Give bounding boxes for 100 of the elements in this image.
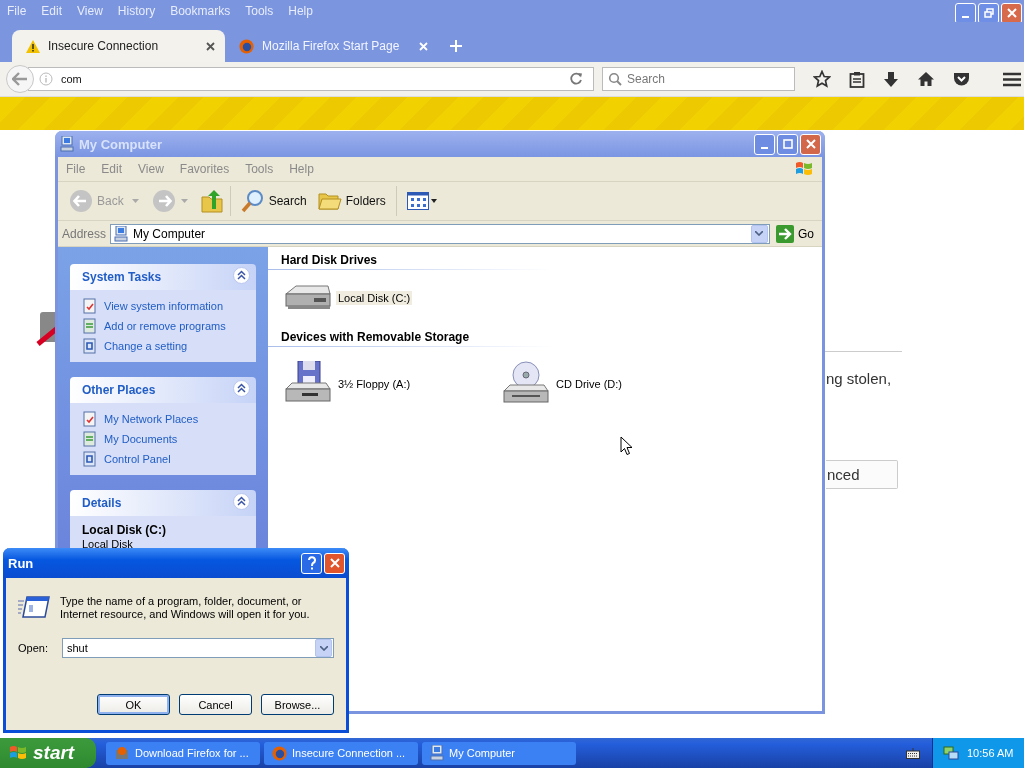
task-link[interactable]: My Network Places — [82, 411, 246, 427]
panel-header[interactable]: Other Places — [70, 377, 256, 403]
open-combo-field[interactable]: shut — [61, 638, 334, 658]
menu-item[interactable]: Tools — [245, 162, 274, 176]
minimize-button[interactable] — [955, 2, 976, 24]
clock: 10:56 AM — [967, 747, 1014, 759]
new-tab-icon[interactable] — [450, 40, 462, 52]
warning-icon — [26, 39, 40, 53]
taskbar-button[interactable]: Download Firefox for ... — [106, 741, 260, 765]
menu-item[interactable]: View — [138, 162, 164, 176]
dialog-button[interactable]: Cancel — [179, 694, 252, 715]
task-icon — [82, 411, 98, 427]
dropdown-button[interactable] — [315, 639, 332, 657]
url-field[interactable]: com — [28, 67, 594, 91]
clipboard-icon[interactable] — [849, 70, 865, 88]
menu-item[interactable]: View — [77, 4, 103, 18]
close-button[interactable] — [800, 133, 821, 155]
start-button[interactable]: start — [0, 738, 96, 768]
run-icon — [18, 595, 50, 619]
task-icon — [82, 431, 98, 447]
close-icon — [1006, 8, 1017, 18]
windows-logo-icon — [8, 744, 28, 762]
caret-icon — [430, 199, 437, 203]
close-icon — [805, 139, 816, 149]
menu-item[interactable]: Help — [288, 4, 313, 18]
task-link[interactable]: Change a setting — [82, 338, 246, 354]
taskbar-button[interactable]: My Computer — [422, 741, 576, 765]
menu-item[interactable]: Tools — [245, 4, 274, 18]
restore-button[interactable] — [978, 2, 999, 24]
dropdown-button[interactable] — [751, 224, 768, 243]
close-icon[interactable] — [206, 41, 215, 51]
star-icon[interactable] — [813, 70, 831, 88]
panel-header[interactable]: System Tasks — [70, 264, 256, 290]
dialog-button[interactable]: OK — [97, 694, 170, 715]
run-prompt: Type the name of a program, folder, document, or Internet resource, and Windows will open it for you. — [60, 595, 311, 621]
computer-icon — [430, 745, 444, 761]
home-icon[interactable] — [917, 71, 935, 87]
close-button[interactable] — [324, 552, 345, 574]
menu-item[interactable]: Edit — [101, 162, 123, 176]
task-link[interactable]: Control Panel — [82, 451, 246, 467]
pocket-icon[interactable] — [953, 71, 970, 87]
minimize-button[interactable] — [754, 133, 775, 155]
drive-item[interactable]: Local Disk (C:) — [284, 284, 502, 312]
search-field[interactable]: Search — [602, 67, 795, 91]
folder-up-icon[interactable] — [200, 189, 223, 213]
task-link[interactable]: View system information — [82, 298, 246, 314]
menu-icon[interactable] — [1003, 71, 1021, 87]
network-icon[interactable] — [943, 745, 959, 761]
menu-item[interactable]: Edit — [41, 4, 63, 18]
reload-icon[interactable] — [569, 72, 583, 86]
collapse-icon[interactable] — [233, 492, 250, 510]
search-button[interactable]: Search — [237, 187, 310, 215]
task-link[interactable]: Add or remove programs — [82, 318, 246, 334]
drive-item[interactable]: 3½ Floppy (A:) — [284, 361, 502, 407]
close-icon — [329, 558, 340, 568]
menu-item[interactable]: File — [66, 162, 86, 176]
keyboard-icon[interactable] — [906, 747, 920, 759]
drive-item[interactable]: CD Drive (D:) — [502, 361, 720, 407]
chevron-down-icon — [319, 645, 328, 651]
close-button[interactable] — [1001, 2, 1022, 24]
minimize-icon — [962, 16, 969, 18]
task-icon — [82, 298, 98, 314]
open-label: Open: — [18, 642, 48, 654]
address-field[interactable]: My Computer — [110, 223, 770, 244]
collapse-icon[interactable] — [233, 379, 250, 397]
taskbar-button[interactable]: Insecure Connection ... — [264, 741, 418, 765]
help-icon — [306, 556, 317, 570]
task-icon — [82, 451, 98, 467]
go-button[interactable]: Go — [774, 224, 822, 243]
collapse-icon[interactable] — [233, 266, 250, 284]
search-icon — [608, 72, 622, 86]
back-button[interactable] — [6, 65, 34, 93]
download-icon[interactable] — [883, 70, 899, 88]
menu-item[interactable]: History — [117, 4, 156, 18]
info-icon — [39, 72, 53, 86]
task-link[interactable]: My Documents — [82, 431, 246, 447]
folder-icon — [317, 191, 342, 211]
panel-header[interactable]: Details — [70, 490, 256, 516]
maximize-button[interactable] — [777, 133, 798, 155]
chevron-down-icon — [755, 231, 764, 236]
task-icon — [82, 318, 98, 334]
menu-item[interactable]: File — [7, 4, 27, 18]
maximize-icon — [782, 139, 793, 149]
browser-tab[interactable]: Insecure Connection — [12, 30, 225, 62]
menu-item[interactable]: Favorites — [179, 162, 230, 176]
help-button[interactable] — [301, 552, 322, 574]
hard-drive-icon — [284, 284, 332, 312]
folders-button[interactable]: Folders — [314, 189, 389, 213]
views-icon — [406, 192, 429, 210]
browser-logo-icon — [239, 38, 254, 54]
task-icon — [82, 338, 98, 354]
menu-item[interactable]: Help — [289, 162, 314, 176]
computer-icon — [114, 225, 129, 242]
browser-tab[interactable]: Mozilla Firefox Start Page — [225, 30, 438, 62]
details-name: Local Disk (C:) — [82, 524, 167, 537]
menu-item[interactable]: Bookmarks — [170, 4, 231, 18]
advanced-button[interactable]: nced — [826, 460, 898, 489]
back-arrow-icon — [12, 72, 28, 86]
minimize-icon — [761, 147, 768, 149]
dialog-button[interactable]: Browse... — [261, 694, 334, 715]
